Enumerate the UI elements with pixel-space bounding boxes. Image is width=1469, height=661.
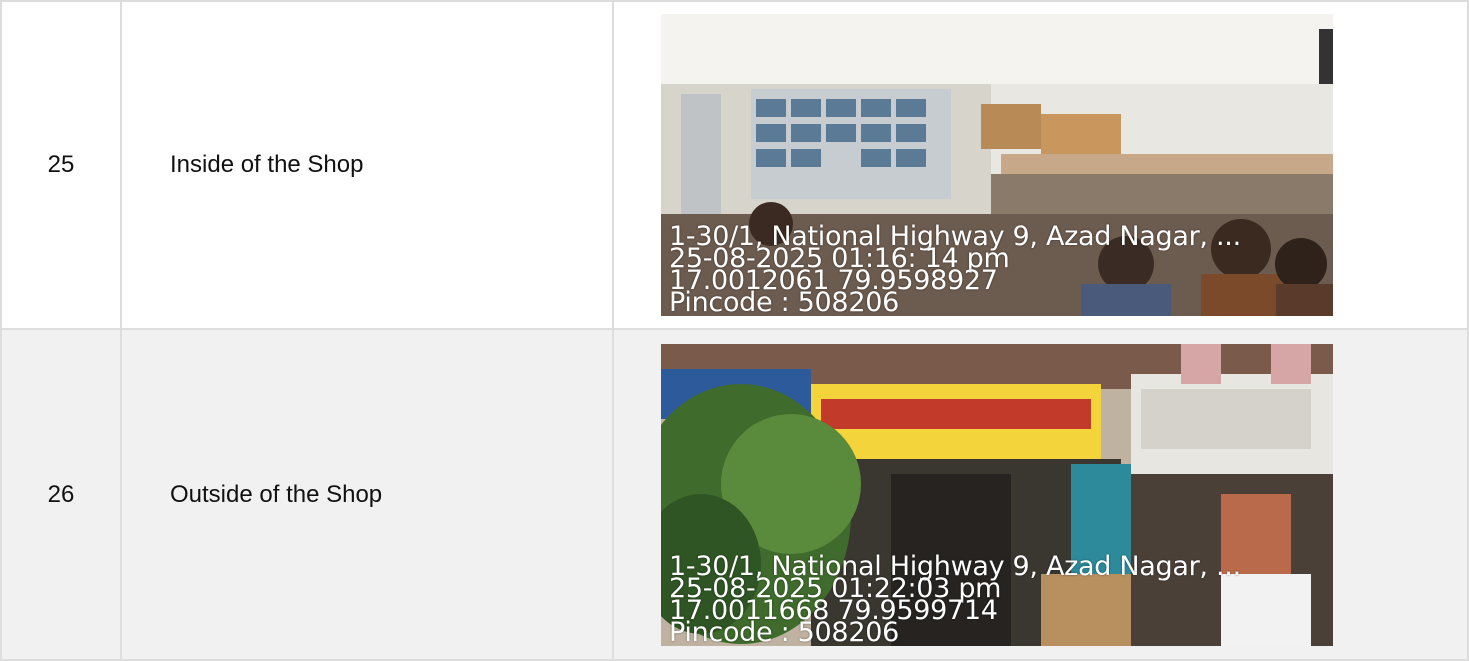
row-number: 26 bbox=[0, 328, 122, 661]
geo-stamp: 1-30/1, National Highway 9, Azad Nagar, … bbox=[669, 553, 1241, 646]
row-number: 25 bbox=[0, 0, 122, 330]
shop-interior-photo: 1-30/1, National Highway 9, Azad Nagar, … bbox=[661, 14, 1333, 316]
geo-stamp: 1-30/1, National Highway 9, Azad Nagar, … bbox=[669, 223, 1241, 316]
photo-cell: 1-30/1, National Highway 9, Azad Nagar, … bbox=[612, 328, 1469, 661]
photo-evidence-table: 25 Inside of the Shop 1-30/1, National H… bbox=[0, 0, 1469, 661]
row-description: Inside of the Shop bbox=[120, 0, 614, 330]
shop-exterior-photo: 1-30/1, National Highway 9, Azad Nagar, … bbox=[661, 343, 1333, 646]
row-description: Outside of the Shop bbox=[120, 328, 614, 661]
table-row: 25 Inside of the Shop 1-30/1, National H… bbox=[0, 0, 1469, 330]
photo-cell: 1-30/1, National Highway 9, Azad Nagar, … bbox=[612, 0, 1469, 330]
table-row: 26 Outside of the Shop 1-30/1, National … bbox=[0, 328, 1469, 661]
